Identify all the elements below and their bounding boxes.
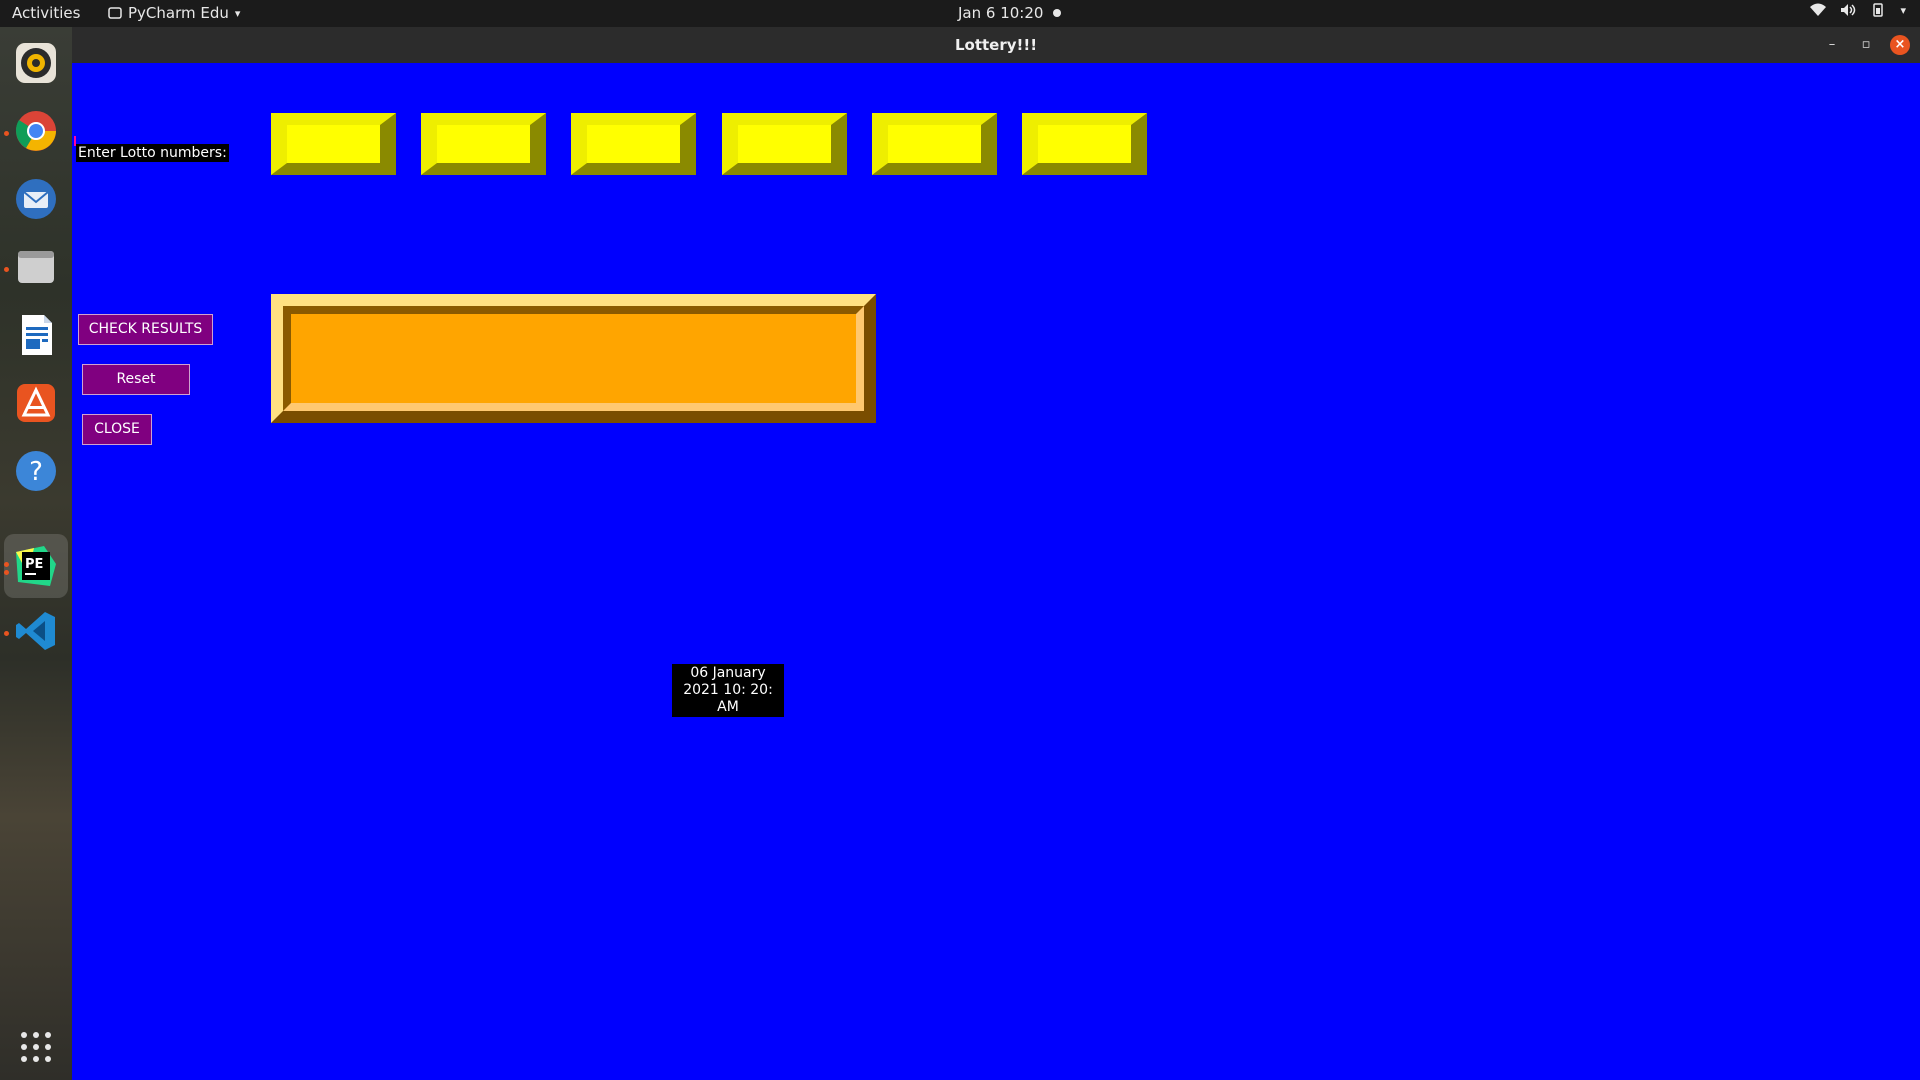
battery-icon bbox=[1873, 3, 1884, 17]
software-center-icon[interactable] bbox=[12, 379, 60, 427]
top-bar: Activities PyCharm Edu ▾ Jan 6 10:20 ▾ bbox=[0, 0, 1920, 27]
result-display bbox=[271, 294, 876, 423]
vscode-icon[interactable] bbox=[12, 607, 60, 655]
running-indicator bbox=[4, 562, 9, 567]
system-tray[interactable]: ▾ bbox=[1810, 3, 1906, 17]
rhythmbox-icon[interactable] bbox=[12, 39, 60, 87]
chevron-down-icon: ▾ bbox=[1900, 3, 1906, 17]
running-indicator bbox=[4, 570, 9, 575]
app-menu[interactable]: PyCharm Edu ▾ bbox=[108, 4, 240, 22]
window-title: Lottery!!! bbox=[954, 36, 1038, 54]
notification-dot-icon bbox=[1053, 9, 1062, 17]
running-indicator bbox=[4, 267, 9, 272]
running-indicator bbox=[4, 131, 9, 136]
date-time-display: 06 January 2021 10: 20: AM bbox=[672, 664, 784, 717]
svg-text:PE: PE bbox=[25, 557, 43, 572]
pycharm-edu-icon[interactable]: PE bbox=[12, 542, 60, 590]
result-text bbox=[283, 306, 864, 411]
reset-button[interactable]: Reset bbox=[82, 364, 190, 395]
help-icon[interactable]: ? bbox=[12, 447, 60, 495]
close-button[interactable]: CLOSE bbox=[82, 414, 152, 445]
grid-icon[interactable] bbox=[12, 1023, 60, 1071]
lotto-input-6[interactable] bbox=[1038, 125, 1131, 163]
running-indicator bbox=[4, 631, 9, 636]
minimize-button[interactable]: – bbox=[1822, 35, 1842, 55]
window-titlebar[interactable]: Lottery!!! – ▫ × bbox=[72, 27, 1920, 63]
lotto-entry-5[interactable] bbox=[872, 113, 997, 175]
maximize-button[interactable]: ▫ bbox=[1856, 35, 1876, 55]
lotto-input-4[interactable] bbox=[738, 125, 831, 163]
app-menu-icon bbox=[108, 7, 122, 19]
clock[interactable]: Jan 6 10:20 bbox=[958, 4, 1062, 22]
date-line: 06 January bbox=[690, 665, 766, 681]
wifi-icon bbox=[1810, 3, 1827, 16]
clock-text: Jan 6 10:20 bbox=[958, 4, 1044, 22]
close-window-button[interactable]: × bbox=[1890, 35, 1910, 55]
lotto-input-5[interactable] bbox=[888, 125, 981, 163]
writer-icon[interactable] bbox=[12, 311, 60, 359]
lotto-entry-1[interactable] bbox=[271, 113, 396, 175]
lotto-input-3[interactable] bbox=[587, 125, 680, 163]
lotto-numbers-label: Enter Lotto numbers: bbox=[76, 144, 229, 162]
thunderbird-icon[interactable] bbox=[12, 175, 60, 223]
lotto-entry-4[interactable] bbox=[722, 113, 847, 175]
lottery-window-body: Enter Lotto numbers: CHECK RESULTS Reset… bbox=[72, 63, 1920, 1080]
lotto-entry-2[interactable] bbox=[421, 113, 546, 175]
dock: ? PE bbox=[0, 27, 72, 1080]
lotto-entry-3[interactable] bbox=[571, 113, 696, 175]
chrome-icon[interactable] bbox=[12, 107, 60, 155]
time-line: 2021 10: 20: AM bbox=[683, 682, 773, 715]
activities-button[interactable]: Activities bbox=[12, 4, 80, 22]
svg-text:?: ? bbox=[29, 457, 43, 487]
lotto-input-2[interactable] bbox=[437, 125, 530, 163]
lotto-input-1[interactable] bbox=[287, 125, 380, 163]
chevron-down-icon: ▾ bbox=[234, 6, 241, 20]
app-menu-label: PyCharm Edu bbox=[128, 4, 229, 22]
files-icon[interactable] bbox=[12, 243, 60, 291]
volume-icon bbox=[1841, 4, 1856, 16]
lotto-entry-6[interactable] bbox=[1022, 113, 1147, 175]
check-results-button[interactable]: CHECK RESULTS bbox=[78, 314, 213, 345]
